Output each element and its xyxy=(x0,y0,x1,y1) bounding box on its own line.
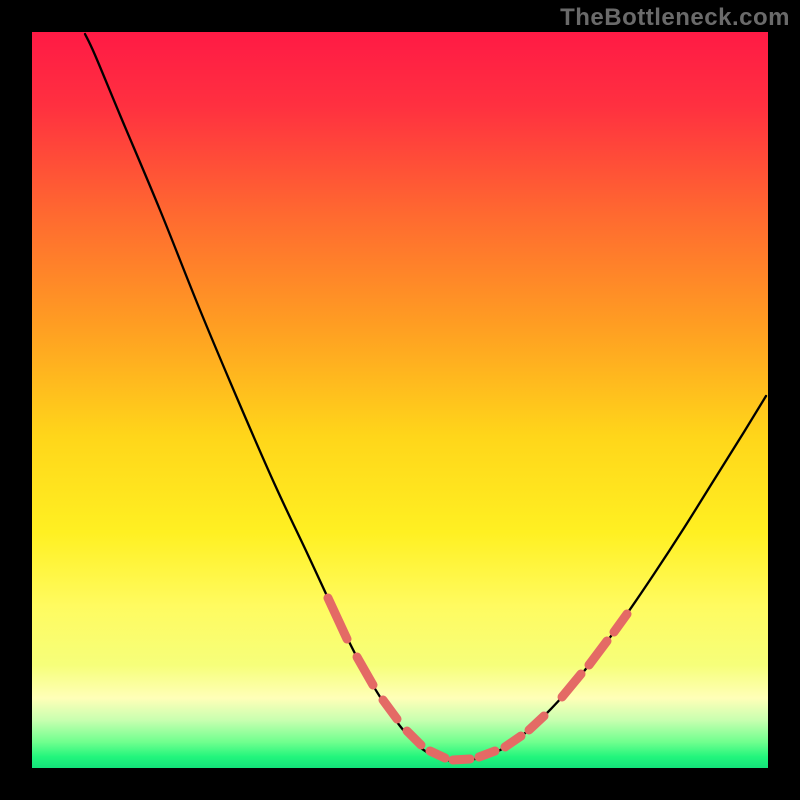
gradient-background xyxy=(32,32,768,768)
chart-stage: TheBottleneck.com xyxy=(0,0,800,800)
dash-segment xyxy=(430,751,445,758)
dash-segment xyxy=(453,759,470,760)
watermark-text: TheBottleneck.com xyxy=(560,4,790,32)
chart-svg xyxy=(0,0,800,800)
dash-segment xyxy=(479,751,495,757)
